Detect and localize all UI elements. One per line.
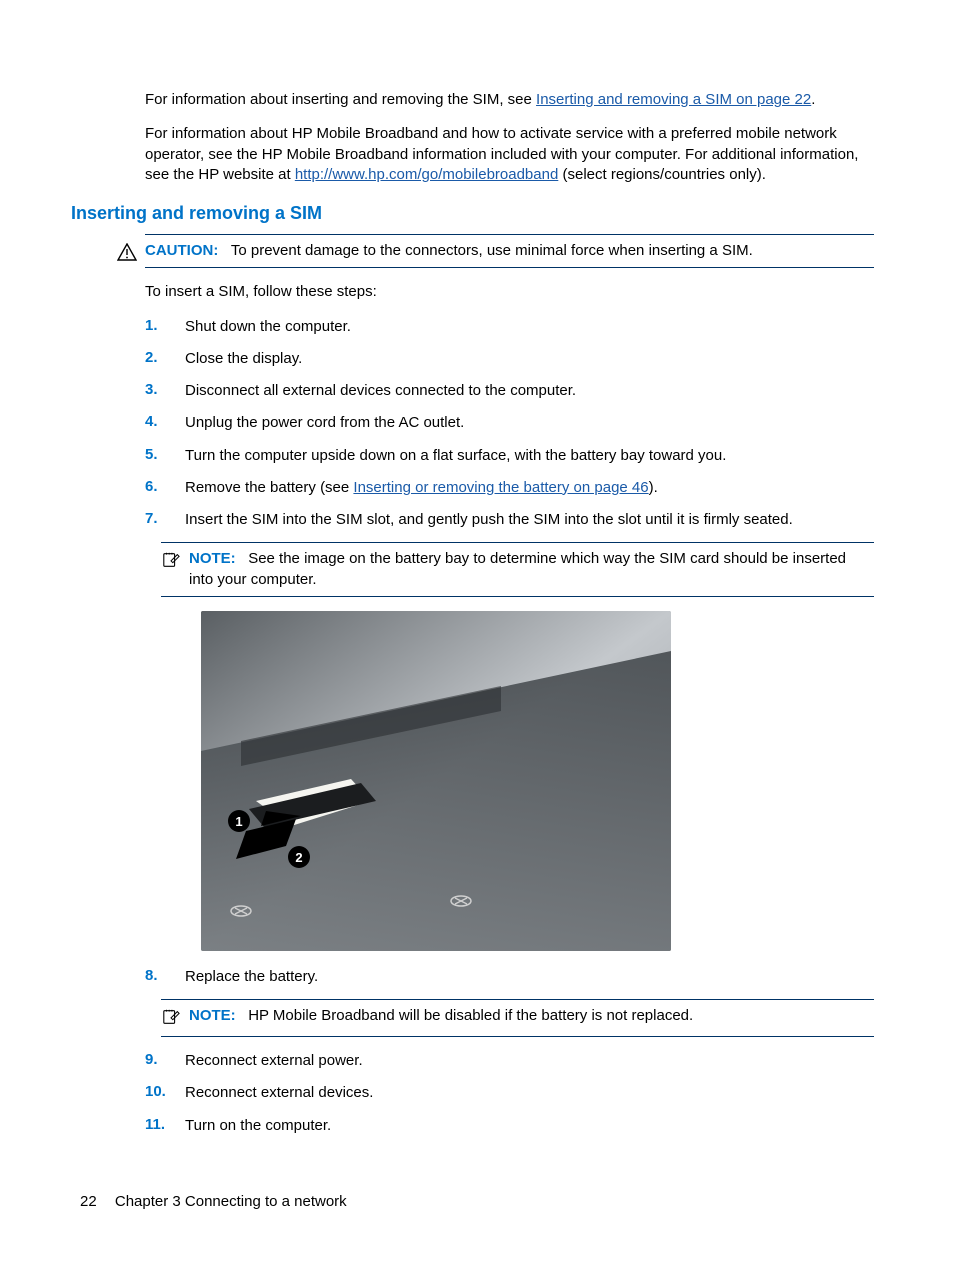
steps-list-a: 1.Shut down the computer.2.Close the dis… [145,317,874,466]
link-battery[interactable]: Inserting or removing the battery on pag… [353,479,648,496]
list-item: 9.Reconnect external power. [145,1051,874,1071]
step-num: 4. [145,413,185,433]
page-container: For information about inserting and remo… [0,0,954,1270]
chapter-label: Chapter 3 Connecting to a network [115,1193,347,1210]
note2-text: HP Mobile Broadband will be disabled if … [248,1007,693,1024]
note-icon [161,549,189,573]
list-item: 10.Reconnect external devices. [145,1083,874,1103]
step-text: Turn on the computer. [185,1116,874,1136]
section-heading: Inserting and removing a SIM [71,203,874,224]
step-text: Disconnect all external devices connecte… [185,381,874,401]
step-text: Reconnect external devices. [185,1083,874,1103]
link-hp-broadband[interactable]: http://www.hp.com/go/mobilebroadband [295,166,559,183]
caution-callout: CAUTION: To prevent damage to the connec… [145,234,874,268]
note2-label: NOTE: [189,1007,236,1024]
step-num: 9. [145,1051,185,1071]
step7-text: Insert the SIM into the SIM slot, and ge… [185,510,874,530]
step-6-wrap: 6. Remove the battery (see Inserting or … [145,478,874,531]
intro-p1-text: For information about inserting and remo… [145,91,536,108]
step-7: 7. Insert the SIM into the SIM slot, and… [145,510,874,530]
sim-insertion-image: 1 2 [201,611,671,951]
step-8-wrap: 8. Replace the battery. [145,967,874,987]
lead-text: To insert a SIM, follow these steps: [145,282,874,302]
step-num: 7. [145,510,185,530]
list-item: 3.Disconnect all external devices connec… [145,381,874,401]
list-item: 4.Unplug the power cord from the AC outl… [145,413,874,433]
intro-p1-suffix: . [811,91,815,108]
note-callout-1: NOTE: See the image on the battery bay t… [161,542,874,597]
intro-paragraph-2: For information about HP Mobile Broadban… [145,124,874,185]
note1-label: NOTE: [189,550,236,567]
page-footer: 22 Chapter 3 Connecting to a network [80,1193,347,1210]
caution-text: To prevent damage to the connectors, use… [231,242,753,259]
link-sim-section[interactable]: Inserting and removing a SIM on page 22 [536,91,811,108]
list-item: 2.Close the display. [145,349,874,369]
step-num: 1. [145,317,185,337]
step-num: 3. [145,381,185,401]
step6-suffix: ). [649,479,658,496]
callout-1: 1 [235,814,242,829]
step-8: 8. Replace the battery. [145,967,874,987]
step-text: Unplug the power cord from the AC outlet… [185,413,874,433]
note-icon [161,1006,189,1030]
steps-list-b: 9.Reconnect external power.10.Reconnect … [145,1051,874,1136]
callout-2: 2 [295,850,302,865]
step-num: 10. [145,1083,185,1103]
note-callout-2: NOTE: HP Mobile Broadband will be disabl… [161,999,874,1037]
step-text: Close the display. [185,349,874,369]
page-number: 22 [80,1193,97,1210]
step-6: 6. Remove the battery (see Inserting or … [145,478,874,498]
step-num: 5. [145,446,185,466]
step8-text: Replace the battery. [185,967,874,987]
step-num: 2. [145,349,185,369]
step-num: 6. [145,478,185,498]
intro-paragraph-1: For information about inserting and remo… [145,90,874,110]
step6-prefix: Remove the battery (see [185,479,353,496]
content-area: For information about inserting and remo… [145,90,874,1136]
list-item: 1.Shut down the computer. [145,317,874,337]
caution-label: CAUTION: [145,242,218,259]
note1-text: See the image on the battery bay to dete… [189,550,846,587]
step-text: Reconnect external power. [185,1051,874,1071]
step-text: Turn the computer upside down on a flat … [185,446,874,466]
step-num: 11. [145,1116,185,1136]
intro-p2-suffix: (select regions/countries only). [558,166,766,183]
step-text: Shut down the computer. [185,317,874,337]
caution-icon [117,241,145,261]
list-item: 5.Turn the computer upside down on a fla… [145,446,874,466]
step-num: 8. [145,967,185,987]
list-item: 11.Turn on the computer. [145,1116,874,1136]
